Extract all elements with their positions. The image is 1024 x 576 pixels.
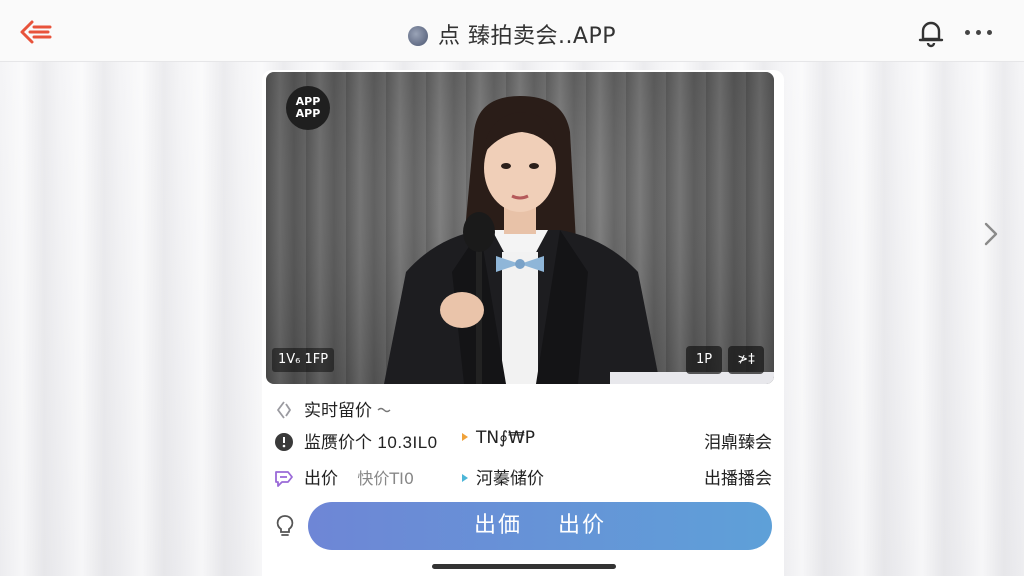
bid-label-right: 出价 [558, 513, 607, 538]
app-dot-icon [407, 26, 428, 46]
wave-icon [377, 407, 391, 413]
diamond-outline-icon [277, 401, 291, 419]
row1-label: 监赝价个 [304, 433, 372, 453]
triangle-blue-icon [462, 474, 468, 482]
realtime-price-row[interactable]: 实时留价 [274, 396, 391, 421]
auction-card: APP APP 1V₆ 1FP 1P ≯‡ 实时留价 监赝价个 10.3IL0 … [262, 70, 784, 576]
row1-value: 10.3IL0 [377, 433, 438, 452]
top-bar: 点 臻拍卖会..APP [0, 0, 1024, 62]
row1-right-link[interactable]: 泪鼑臻会 [704, 428, 772, 453]
lightbulb-icon[interactable] [274, 514, 296, 538]
presenter-image [384, 96, 774, 384]
bid-tag-icon [275, 471, 293, 487]
row2-right-link[interactable]: 出播播会 [704, 464, 772, 489]
row2-muted: 快价TI0 [357, 469, 415, 488]
page-title: 点 臻拍卖会..APP [0, 18, 1024, 50]
row1-mid: TN∮₩P [462, 428, 535, 448]
video-info-tag: 1V₆ 1FP [272, 348, 335, 372]
realtime-label: 实时留价 [304, 401, 372, 421]
more-dots-icon[interactable] [962, 22, 998, 44]
video-control-left[interactable]: 1P [686, 346, 722, 374]
bell-icon[interactable] [916, 18, 946, 48]
page-title-text: 点 臻拍卖会..APP [437, 24, 617, 49]
bid-button[interactable]: 出価 出价 [308, 502, 772, 550]
price-row-1: 监赝价个 10.3IL0 [274, 428, 438, 453]
chevron-right-icon[interactable] [978, 218, 1004, 250]
home-indicator[interactable] [432, 564, 616, 569]
triangle-orange-icon [462, 433, 468, 441]
app-logo-badge: APP APP [286, 86, 330, 130]
video-control-right[interactable]: ≯‡ [728, 346, 764, 374]
info-circle-icon [275, 433, 293, 451]
price-row-2: 出价 快价TI0 [274, 464, 414, 489]
bid-label-left: 出価 [473, 513, 522, 538]
row2-mid: 河蓁储价 [462, 464, 544, 489]
row2-label: 出价 [304, 469, 338, 489]
live-video[interactable]: APP APP 1V₆ 1FP 1P ≯‡ [266, 72, 774, 384]
